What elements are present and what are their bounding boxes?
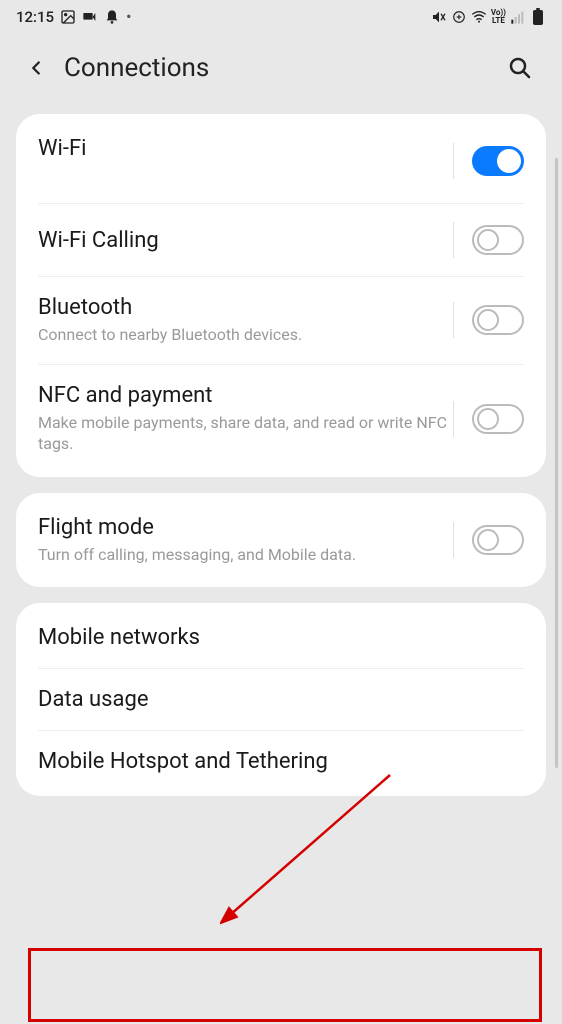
- wifi-toggle[interactable]: [472, 146, 524, 176]
- row-title: Data usage: [38, 687, 524, 712]
- settings-group: Flight mode Turn off calling, messaging,…: [16, 493, 546, 588]
- data-saver-icon: [451, 9, 467, 25]
- mute-icon: [431, 9, 447, 25]
- row-subtitle: Connect to nearby Bluetooth devices.: [38, 324, 453, 346]
- toggle-container: [453, 401, 524, 437]
- dnd-icon: [104, 9, 120, 25]
- row-title: Flight mode: [38, 515, 453, 540]
- battery-icon: [530, 9, 546, 25]
- row-title: Wi-Fi: [38, 136, 453, 161]
- settings-group: Mobile networks Data usage Mobile Hotspo…: [16, 603, 546, 796]
- mobile-networks-row[interactable]: Mobile networks: [16, 607, 546, 668]
- nfc-row[interactable]: NFC and payment Make mobile payments, sh…: [16, 365, 546, 473]
- signal-icon: [510, 9, 526, 25]
- flight-mode-toggle[interactable]: [472, 525, 524, 555]
- hotspot-tethering-row[interactable]: Mobile Hotspot and Tethering: [16, 731, 546, 796]
- toggle-container: [453, 222, 524, 258]
- search-button[interactable]: [502, 50, 538, 86]
- back-button[interactable]: [18, 50, 54, 86]
- volte-icon: Vo))LTE: [491, 9, 506, 25]
- row-subtitle: Make mobile payments, share data, and re…: [38, 412, 453, 455]
- status-time: 12:15: [16, 8, 54, 26]
- page-title: Connections: [64, 53, 502, 83]
- wifi-icon: [471, 9, 487, 25]
- scroll-indicator[interactable]: [555, 158, 558, 768]
- image-icon: [60, 9, 76, 25]
- header: Connections: [0, 30, 562, 114]
- wifi-calling-row[interactable]: Wi-Fi Calling: [16, 204, 546, 276]
- flight-mode-row[interactable]: Flight mode Turn off calling, messaging,…: [16, 497, 546, 584]
- settings-group: Wi-Fi Wi-Fi Calling Bluetooth Connect to…: [16, 114, 546, 477]
- row-title: Mobile Hotspot and Tethering: [38, 749, 524, 774]
- data-usage-row[interactable]: Data usage: [16, 669, 546, 730]
- wifi-row[interactable]: Wi-Fi: [16, 118, 546, 203]
- row-title: Wi-Fi Calling: [38, 228, 453, 253]
- chevron-left-icon: [25, 57, 47, 79]
- more-indicator: •: [126, 8, 131, 26]
- toggle-container: [453, 522, 524, 558]
- voicemail-icon: [82, 9, 98, 25]
- bluetooth-toggle[interactable]: [472, 305, 524, 335]
- nfc-toggle[interactable]: [472, 404, 524, 434]
- toggle-container: [453, 143, 524, 179]
- wifi-calling-toggle[interactable]: [472, 225, 524, 255]
- search-icon: [508, 56, 532, 80]
- row-title: Mobile networks: [38, 625, 524, 650]
- annotation-highlight-box: [28, 948, 542, 1022]
- row-title: Bluetooth: [38, 295, 453, 320]
- bluetooth-row[interactable]: Bluetooth Connect to nearby Bluetooth de…: [16, 277, 546, 364]
- row-subtitle: Turn off calling, messaging, and Mobile …: [38, 544, 453, 566]
- toggle-container: [453, 302, 524, 338]
- row-title: NFC and payment: [38, 383, 453, 408]
- status-bar: 12:15 • Vo))LTE: [0, 0, 562, 30]
